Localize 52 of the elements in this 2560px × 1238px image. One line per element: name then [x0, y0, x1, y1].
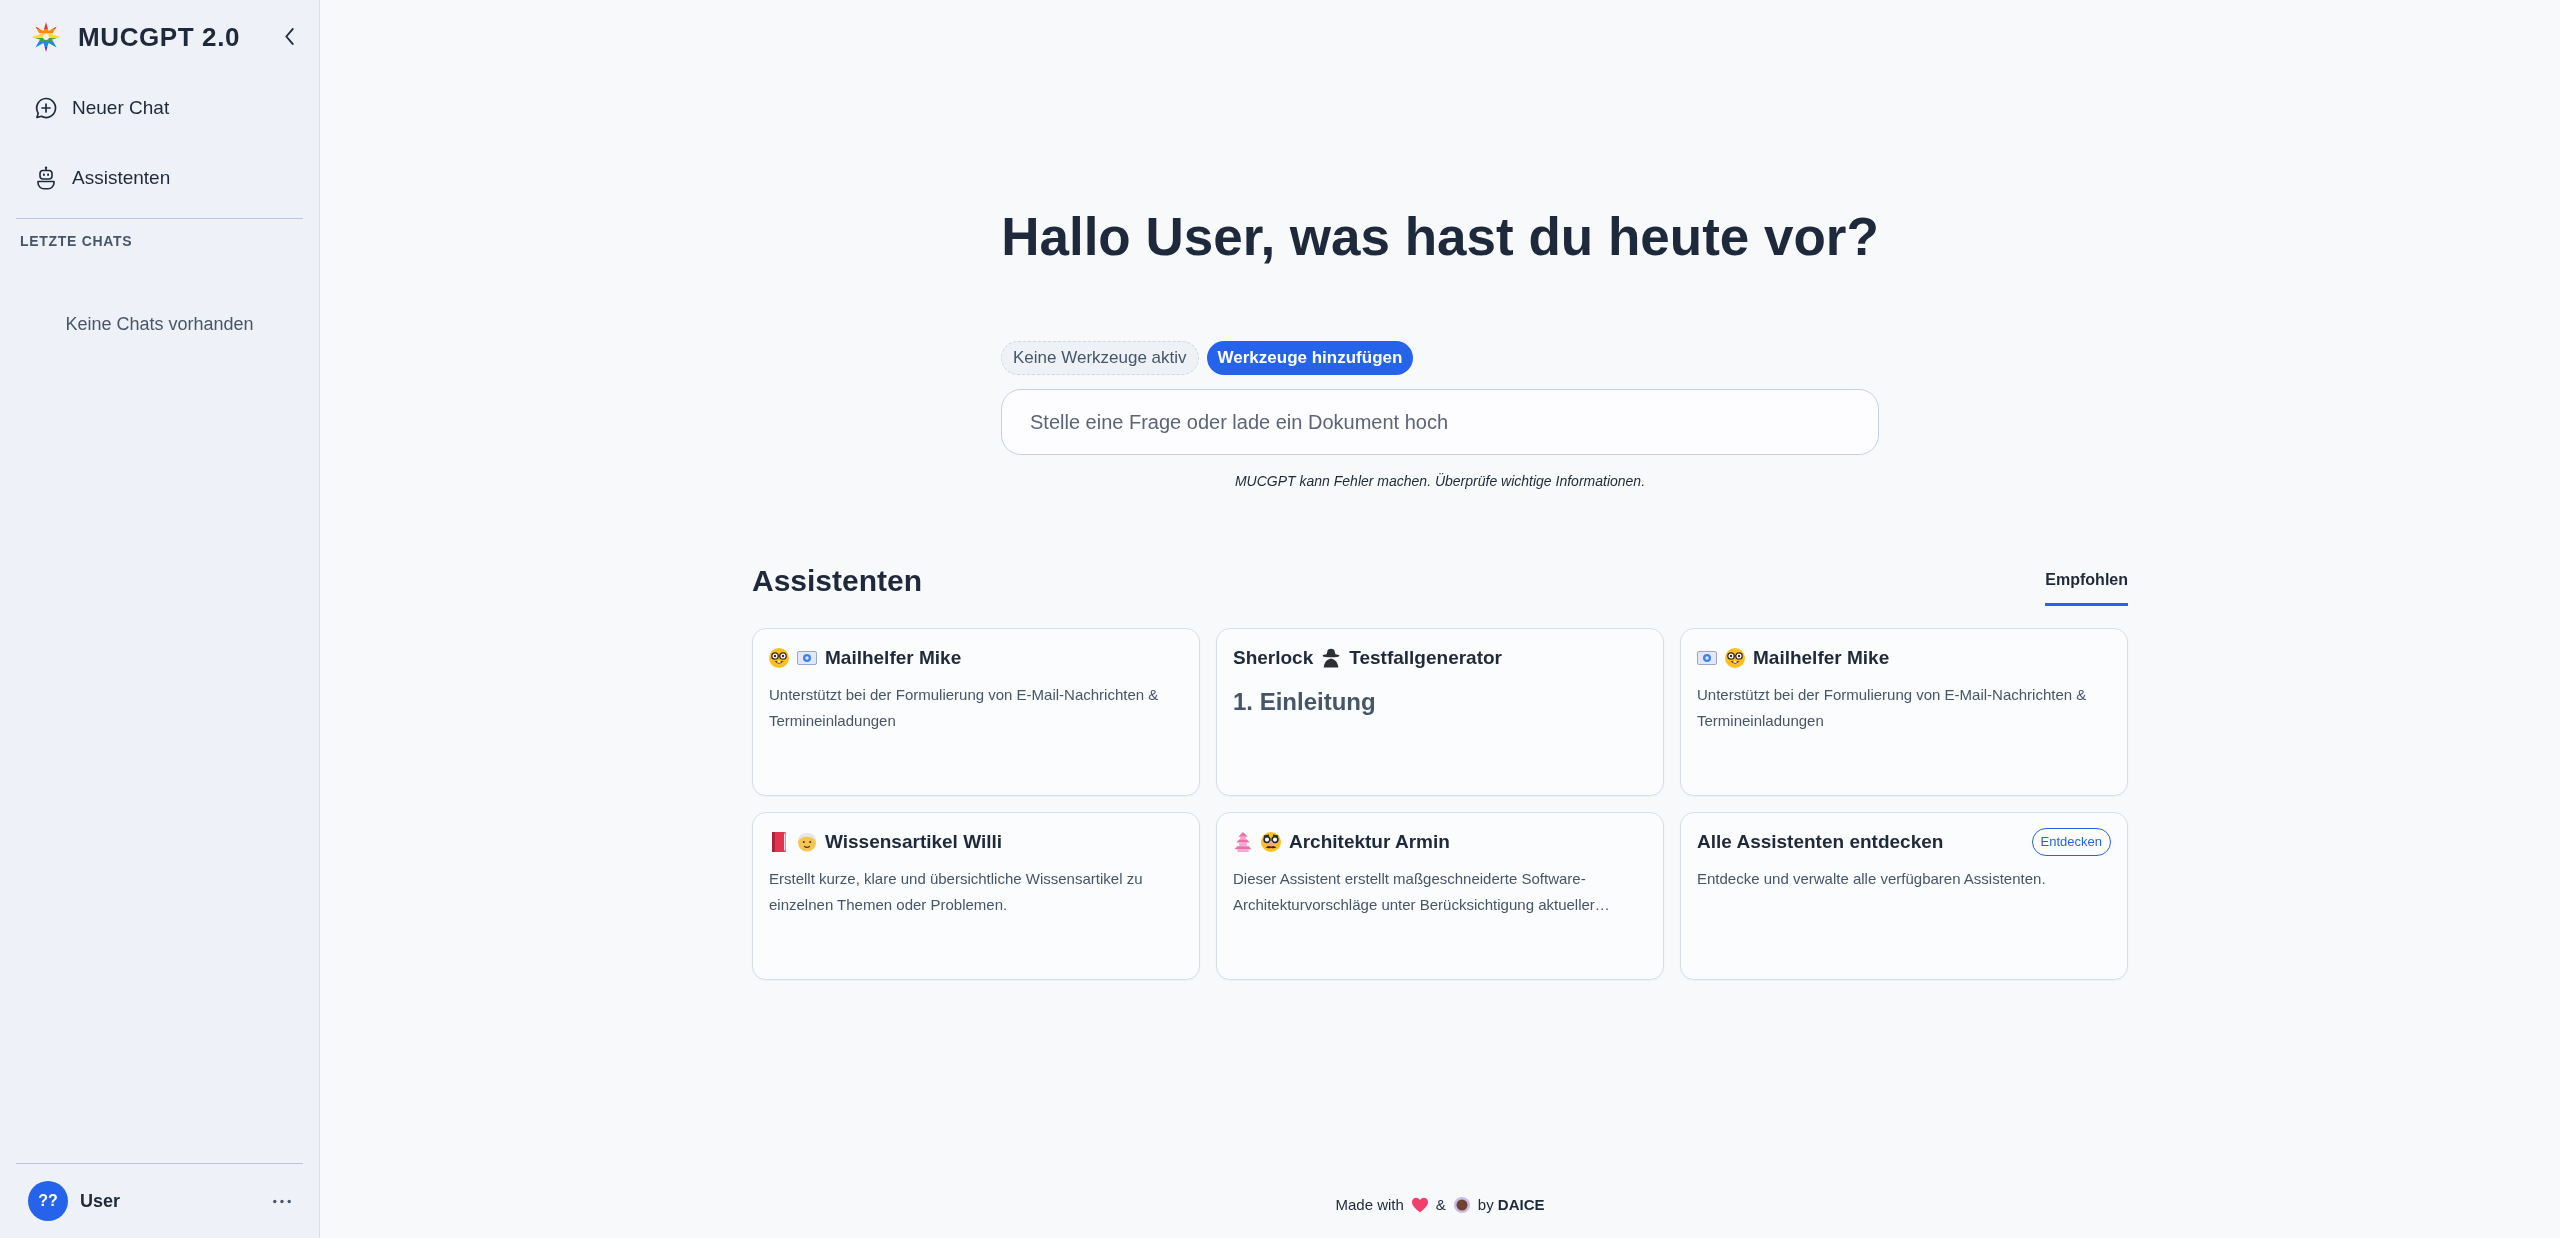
envelope-icon — [1697, 648, 1717, 668]
card-title: Mailhelfer Mike — [825, 646, 962, 670]
sidebar-item[interactable]: Neuer Chat — [0, 73, 319, 143]
footer-text: & — [1435, 1195, 1446, 1215]
coffee-cup-icon — [1453, 1197, 1470, 1213]
footer-text: Made with — [1335, 1195, 1404, 1215]
tools-status-chip: Keine Werkzeuge aktiv — [1001, 341, 1199, 375]
user-avatar: ?? — [28, 1181, 68, 1221]
user-name: User — [80, 1189, 121, 1213]
card-title: Mailhelfer Mike — [1753, 646, 1890, 670]
explore-assistants-card[interactable]: Alle Assistenten entdecken Entdecken Entdecke und verwalte alle verfügbaren Assistenten. — [1680, 812, 2128, 980]
chat-plus-icon — [34, 96, 58, 120]
elderly-face-icon — [797, 832, 817, 852]
assistant-card[interactable]: Mailhelfer Mike Unterstützt bei der Formulierung von E-Mail-Nachrichten & Termineinladungen — [1680, 628, 2128, 796]
book-icon — [769, 832, 789, 852]
card-title: Wissensartikel Willi — [825, 830, 1003, 854]
chevron-left-icon[interactable] — [284, 28, 295, 45]
card-title: Alle Assistenten entdecken — [1697, 830, 1944, 854]
empty-state-text: Keine Chats vorhanden — [64, 313, 255, 336]
brand-title: MUCGPT 2.0 — [78, 20, 241, 53]
card-title: Architektur Armin — [1289, 830, 1450, 854]
prompt-input[interactable]: Stelle eine Frage oder lade ein Dokument hoch — [1001, 389, 1879, 455]
card-description: Unterstützt bei der Formulierung von E-Mail-Nachrichten & Termineinladungen — [1697, 685, 2088, 731]
nerd-face-icon — [769, 648, 789, 668]
sidebar-item[interactable]: Assistenten — [0, 143, 319, 213]
card-description: Dieser Assistent erstellt maßgeschneiderte Software-Architekturvorschläge unter Berücksichtigung aktueller… — [1233, 869, 1611, 915]
card-heading: 1. Einleitung — [1233, 687, 1377, 717]
greeting-heading: Hallo User, was hast du heute vor? — [1001, 207, 1879, 267]
recommended-tab[interactable]: Empfohlen — [2045, 569, 2128, 606]
add-tools-button[interactable]: Werkzeuge hinzufügen — [1206, 341, 1414, 375]
nerd-face-icon — [1725, 648, 1745, 668]
card-title: Sherlock — [1233, 646, 1314, 670]
card-description: Unterstützt bei der Formulierung von E-Mail-Nachrichten & Termineinladungen — [769, 685, 1160, 731]
disguise-face-icon — [1261, 832, 1281, 852]
robot-icon — [34, 166, 58, 190]
footer-text: by DAICE — [1477, 1195, 1545, 1215]
detective-icon — [1321, 648, 1342, 668]
assistant-card[interactable]: Sherlock Testfallgenerator 1. Einleitung — [1216, 628, 1664, 796]
section-heading: Assistenten — [752, 563, 923, 599]
card-description: Erstellt kurze, klare und übersichtliche Wissensartikel zu einzelnen Themen oder Problemen. — [769, 869, 1144, 915]
card-description: Entdecke und verwalte alle verfügbaren Assistenten. — [1697, 869, 2047, 889]
more-icon[interactable] — [273, 1198, 291, 1204]
section-label: LETZTE CHATS — [20, 232, 134, 250]
heart-icon — [1411, 1197, 1428, 1213]
assistant-card[interactable]: Architektur Armin Dieser Assistent erstellt maßgeschneiderte Software-Architekturvorschläge unter Berücksichtigung aktueller… — [1216, 812, 1664, 980]
card-title: Testfallgenerator — [1349, 646, 1502, 670]
envelope-icon — [797, 648, 817, 668]
pagoda-icon — [1233, 832, 1253, 852]
assistant-card[interactable]: Mailhelfer Mike Unterstützt bei der Formulierung von E-Mail-Nachrichten & Termineinladungen — [752, 628, 1200, 796]
disclaimer-text: MUCGPT kann Fehler machen. Überprüfe wichtige Informationen. — [1233, 472, 1647, 491]
assistant-card[interactable]: Wissensartikel Willi Erstellt kurze, klare und übersichtliche Wissensartikel zu einzelnen Themen oder Problemen. — [752, 812, 1200, 980]
explore-button[interactable]: Entdecken — [2031, 828, 2111, 856]
